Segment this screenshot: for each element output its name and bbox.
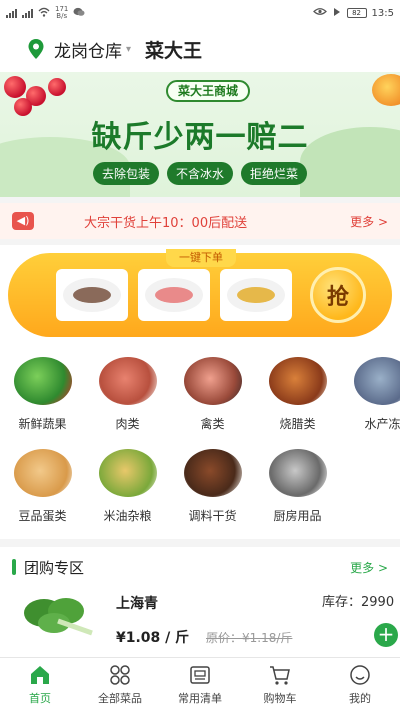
tab-home[interactable]: 首页: [0, 658, 80, 711]
tab-label: 我的: [349, 691, 371, 705]
tab-label: 常用清单: [178, 691, 222, 705]
category-label: 烧腊类: [279, 417, 316, 431]
location-pin-icon: [28, 39, 44, 59]
kitchenware-image: [268, 449, 327, 497]
category-tofu-eggs[interactable]: 豆品蛋类: [0, 443, 85, 535]
section-accent-bar: [12, 559, 16, 575]
product-card[interactable]: [138, 269, 210, 321]
speaker-icon: ◀): [12, 212, 34, 230]
bok-choy-image: [24, 598, 93, 636]
notice-text: 大宗干货上午10：00后配送: [84, 215, 248, 231]
caret-down-icon[interactable]: ▾: [126, 44, 131, 55]
notice-more-link[interactable]: 更多 >: [350, 213, 388, 230]
grid-icon: [110, 664, 130, 685]
category-label: 水产冻: [364, 417, 400, 431]
category-label: 米油杂粮: [103, 509, 152, 523]
group-buy-section: 团购专区 更多 > 上海青 库存：2990 ¥1.08 / 斤 原价：¥1.18…: [0, 547, 400, 661]
seafood-image: [353, 357, 400, 405]
grab-button[interactable]: 抢: [310, 267, 366, 323]
network-speed: 171 B/s: [55, 5, 69, 20]
group-buy-title: 团购专区: [24, 558, 85, 577]
promo-banner[interactable]: 菜大王商城 缺斤少两一赔二 去除包装 不含冰水 拒绝烂菜: [0, 72, 400, 197]
product-stock: 库存：2990: [322, 595, 395, 610]
category-grid: 新鲜蔬果 肉类 禽类 烧腊类 水产冻 豆品蛋类 米油杂粮 调料干货 厨房用品: [0, 347, 400, 539]
app-screen: 171 B/s 82 13:5 龙岗仓库 ▾ 菜大王 菜大王商城 缺斤少两一赔二…: [0, 0, 400, 711]
group-buy-more-link[interactable]: 更多 >: [350, 559, 388, 576]
status-bar: 171 B/s 82 13:5: [0, 0, 400, 26]
banner-tag: 菜大王商城: [166, 80, 250, 102]
category-meat[interactable]: 肉类: [85, 351, 170, 443]
mute-icon: [332, 7, 342, 20]
category-seasoning[interactable]: 调料干货: [170, 443, 255, 535]
one-click-title: 一键下单: [166, 249, 236, 267]
seasoning-image: [183, 449, 242, 497]
tab-profile[interactable]: 我的: [320, 658, 400, 711]
category-row: 新鲜蔬果 肉类 禽类 烧腊类 水产冻: [0, 351, 400, 443]
signal-icon: [6, 8, 17, 18]
banner-pills: 去除包装 不含冰水 拒绝烂菜: [0, 162, 400, 185]
home-icon: [31, 665, 49, 684]
category-label: 厨房用品: [273, 509, 322, 523]
food-plate-image: [145, 278, 203, 312]
one-click-order-banner[interactable]: 一键下单 抢: [8, 249, 392, 337]
category-label: 调料干货: [188, 509, 237, 523]
top-header: 龙岗仓库 ▾ 菜大王: [0, 26, 400, 72]
cherry-image: [48, 78, 66, 96]
battery-icon: 82: [346, 8, 367, 18]
eye-icon: [312, 7, 327, 19]
tab-cart[interactable]: 购物车: [240, 658, 320, 711]
list-icon: [190, 665, 210, 684]
category-label: 新鲜蔬果: [18, 417, 67, 431]
category-label: 禽类: [200, 417, 225, 431]
tab-label: 购物车: [263, 691, 297, 705]
tab-label: 首页: [29, 691, 51, 705]
product-card[interactable]: [220, 269, 292, 321]
warehouse-selector[interactable]: 龙岗仓库: [54, 37, 122, 62]
banner-slogan: 缺斤少两一赔二: [91, 120, 309, 155]
cart-icon: [270, 665, 290, 685]
category-kitchenware[interactable]: 厨房用品: [255, 443, 340, 535]
meat-image: [98, 357, 157, 405]
one-click-section: 一键下单 抢: [0, 245, 400, 347]
tab-frequent-list[interactable]: 常用清单: [160, 658, 240, 711]
category-label: 肉类: [115, 417, 140, 431]
poultry-image: [183, 357, 242, 405]
vegetables-image: [13, 357, 72, 405]
category-roast-meat[interactable]: 烧腊类: [255, 351, 340, 443]
notice-bar[interactable]: ◀) 大宗干货上午10：00后配送 更多 >: [0, 203, 400, 239]
cherry-image: [4, 76, 26, 98]
eggs-image: [13, 449, 72, 497]
category-rice-oil[interactable]: 米油杂粮: [85, 443, 170, 535]
food-plate-image: [227, 278, 285, 312]
product-price: ¥1.08 / 斤: [116, 630, 190, 646]
tab-label: 全部菜品: [98, 691, 142, 705]
category-poultry[interactable]: 禽类: [170, 351, 255, 443]
clock: 13:5: [371, 7, 394, 19]
rice-oil-image: [98, 449, 157, 497]
wifi-icon: [38, 7, 50, 20]
add-to-cart-button[interactable]: +: [374, 623, 398, 647]
product-card[interactable]: [56, 269, 128, 321]
category-vegetables[interactable]: 新鲜蔬果: [0, 351, 85, 443]
food-plate-image: [63, 278, 121, 312]
product-name: 上海青: [116, 596, 158, 612]
category-label: 豆品蛋类: [18, 509, 67, 523]
bottom-tab-bar: 首页 全部菜品 常用清单 购物车 我的: [0, 657, 400, 711]
banner-pill: 拒绝烂菜: [241, 162, 308, 185]
store-name: 菜大王: [145, 39, 203, 62]
tab-all-products[interactable]: 全部菜品: [80, 658, 160, 711]
category-seafood[interactable]: 水产冻: [340, 351, 400, 443]
roast-meat-image: [268, 357, 327, 405]
category-row: 豆品蛋类 米油杂粮 调料干货 厨房用品: [0, 443, 400, 535]
product-original-price: 原价：¥1.18/斤: [206, 631, 293, 645]
signal-icon: [22, 8, 33, 18]
smiley-icon: [350, 664, 370, 685]
product-item[interactable]: 上海青 库存：2990 ¥1.08 / 斤 原价：¥1.18/斤 +: [0, 587, 400, 661]
mango-image: [372, 74, 400, 106]
group-buy-header: 团购专区 更多 >: [0, 547, 400, 587]
banner-pill: 去除包装: [92, 162, 159, 185]
banner-pill: 不含冰水: [166, 162, 233, 185]
chat-icon: [73, 7, 85, 20]
